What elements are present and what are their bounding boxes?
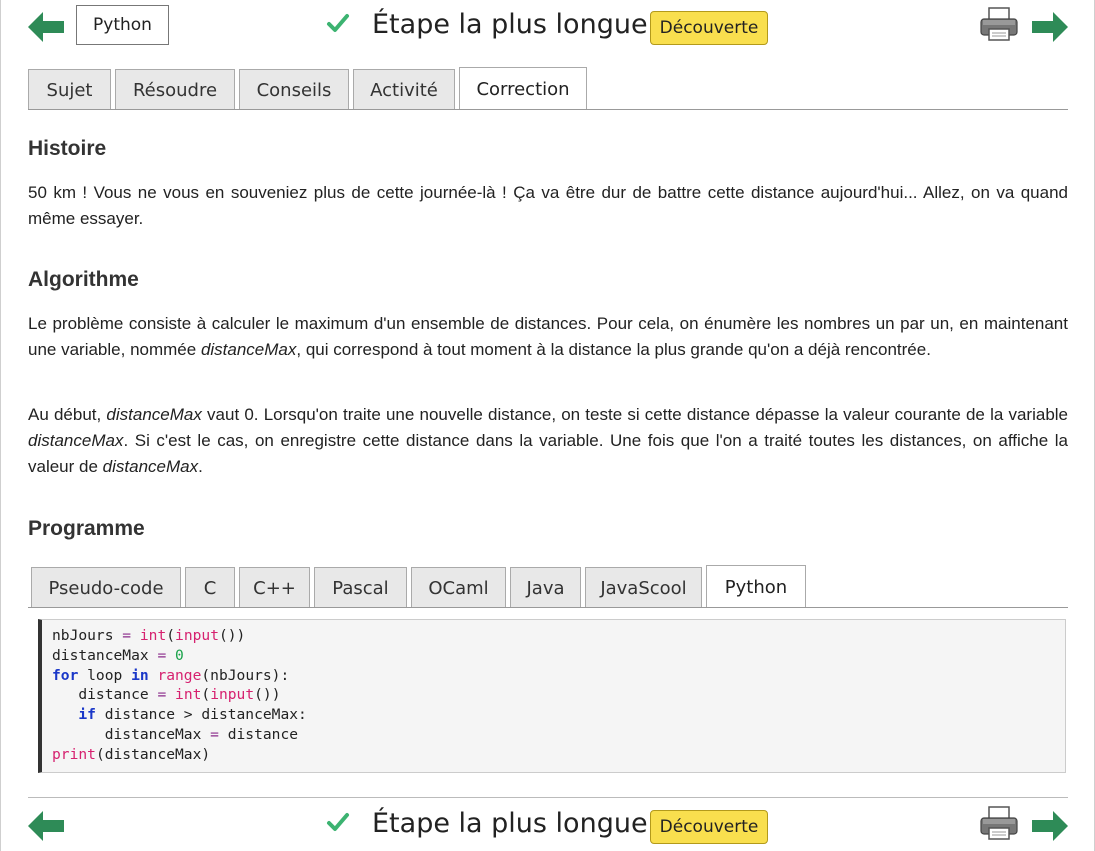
code-tab-python[interactable]: Python (706, 565, 806, 608)
language-button[interactable]: Python (76, 5, 169, 45)
algorithme-paragraph-2: Au début, distanceMax vaut 0. Lorsqu'on … (28, 402, 1068, 480)
text-run: Au début, (28, 405, 107, 424)
page-border-left (0, 0, 1, 851)
histoire-text: 50 km ! Vous ne vous en souveniez plus d… (28, 183, 1068, 228)
arrow-left-icon[interactable] (28, 12, 64, 42)
page-title: Étape la plus longue (372, 808, 648, 839)
code-tab-java[interactable]: Java (510, 567, 581, 608)
tab-resoudre[interactable]: Résoudre (115, 69, 235, 110)
code-line-1: nbJours = int(input()) (52, 627, 246, 644)
arrow-right-icon[interactable] (1032, 12, 1068, 42)
code-block: nbJours = int(input()) distanceMax = 0 for… (38, 619, 1066, 773)
printer-icon[interactable] (980, 806, 1018, 840)
code-tab-ocaml[interactable]: OCaml (411, 567, 506, 608)
check-icon (327, 14, 349, 32)
tab-conseils[interactable]: Conseils (239, 69, 349, 110)
code-language-tabs: Pseudo-code C C++ Pascal OCaml Java Java… (28, 565, 810, 608)
main-tabs-underline (28, 109, 1068, 110)
section-title-programme: Programme (28, 517, 145, 540)
tab-sujet[interactable]: Sujet (28, 69, 111, 110)
code-tab-cpp[interactable]: C++ (239, 567, 310, 608)
footer-separator (28, 797, 1068, 798)
code-tab-pascal[interactable]: Pascal (314, 567, 407, 608)
code-line-4: distance = int(input()) (52, 686, 281, 704)
main-tabs: Sujet Résoudre Conseils Activité Correct… (28, 67, 591, 110)
arrow-right-icon[interactable] (1032, 811, 1068, 841)
code-tabs-underline (28, 607, 1068, 608)
tab-correction[interactable]: Correction (459, 67, 587, 110)
code-line-5: if distance > distanceMax: (78, 706, 307, 724)
variable-name: distanceMax (200, 340, 297, 359)
text-run: vaut 0. Lorsqu'on traite une nouvelle di… (201, 405, 1069, 424)
code-tab-pseudo-code[interactable]: Pseudo-code (31, 567, 181, 608)
check-icon (327, 813, 349, 831)
code-tab-javascool[interactable]: JavaScool (585, 567, 702, 608)
variable-name: distanceMax (28, 431, 124, 450)
tab-activite[interactable]: Activité (353, 69, 455, 110)
arrow-left-icon[interactable] (28, 811, 64, 841)
code-line-2: distanceMax = 0 (52, 646, 184, 664)
header-top: Python Étape la plus longue Découverte (28, 4, 1068, 48)
code-line-3: for loop in range(nbJours): (52, 666, 290, 684)
algorithme-paragraph-1: Le problème consiste à calculer le maxim… (28, 311, 1068, 363)
code-tab-c[interactable]: C (185, 567, 235, 608)
page-title: Étape la plus longue (372, 9, 648, 40)
section-title-algorithme: Algorithme (28, 268, 139, 291)
section-title-histoire: Histoire (28, 137, 107, 160)
header-bottom: Étape la plus longue Découverte (28, 803, 1068, 847)
level-badge: Découverte (650, 810, 768, 844)
code-line-6: distanceMax = distance (52, 725, 299, 743)
text-run: . (198, 457, 203, 476)
code-line-7: print(distanceMax) (52, 745, 211, 763)
printer-icon[interactable] (980, 7, 1018, 41)
variable-name: distanceMax (102, 457, 199, 476)
text-run: , qui correspond à tout moment à la dist… (296, 340, 931, 359)
level-badge: Découverte (650, 11, 768, 45)
variable-name: distanceMax (106, 405, 202, 424)
